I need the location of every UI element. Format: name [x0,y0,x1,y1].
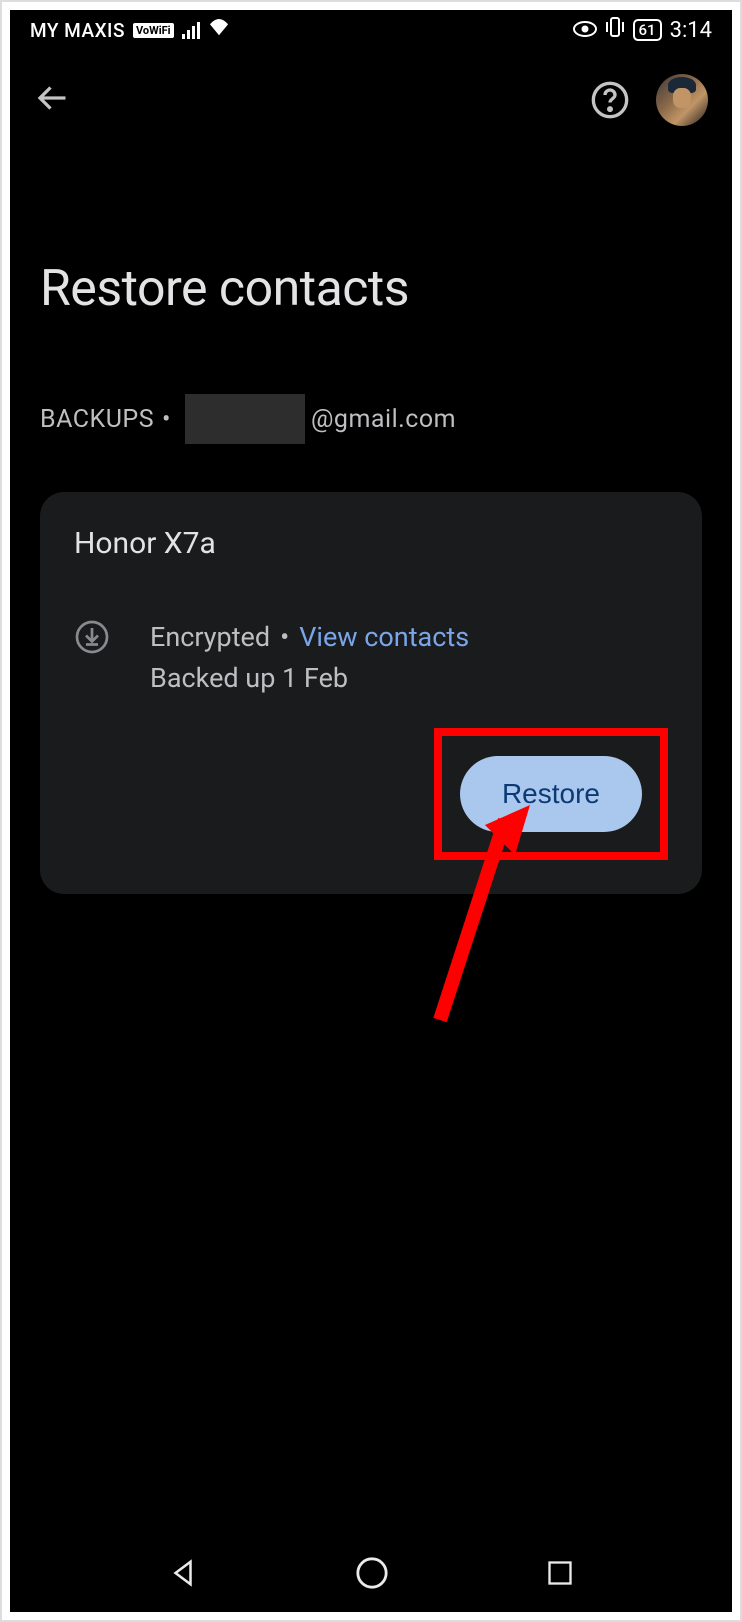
restore-button[interactable]: Restore [460,756,642,832]
encrypted-label: Encrypted [150,617,270,658]
backup-detail-row: Encrypted • View contacts Backed up 1 Fe… [74,617,668,698]
navigation-bar [10,1534,732,1612]
backups-account-line: BACKUPS • @gmail.com [40,394,702,444]
page-title: Restore contacts [40,260,702,318]
backed-up-date: Backed up 1 Feb [150,658,469,699]
vowifi-badge: VoWiFi [133,23,174,38]
signal-icon [182,21,200,39]
back-button[interactable] [34,80,70,120]
clock: 3:14 [670,18,712,43]
app-bar [10,50,732,150]
redacted-email-name [185,394,305,444]
status-right: 61 3:14 [573,16,712,44]
backup-card: Honor X7a Encrypted • View contacts [40,492,702,894]
status-bar: MY MAXIS VoWiFi [10,10,732,50]
backup-text: Encrypted • View contacts Backed up 1 Fe… [150,617,469,698]
wifi-icon [208,18,230,43]
nav-recent-button[interactable] [546,1559,574,1587]
dot-separator: • [280,617,289,658]
backups-label: BACKUPS [40,405,154,434]
carrier-label: MY MAXIS [30,19,125,42]
help-button[interactable] [588,78,632,122]
avatar[interactable] [656,74,708,126]
content: Restore contacts BACKUPS • @gmail.com Ho… [10,260,732,894]
eye-icon [573,18,597,43]
email-suffix: @gmail.com [311,405,456,434]
nav-home-button[interactable] [355,1556,389,1590]
annotation-highlight: Restore [434,728,668,860]
status-left: MY MAXIS VoWiFi [30,18,230,43]
download-icon [74,619,110,655]
view-contacts-link[interactable]: View contacts [299,617,469,658]
battery-icon: 61 [633,19,662,41]
nav-back-button[interactable] [168,1558,198,1588]
device-name: Honor X7a [74,526,668,561]
button-row: Restore [74,728,668,860]
vibrate-icon [605,16,625,44]
separator: • [162,405,171,434]
